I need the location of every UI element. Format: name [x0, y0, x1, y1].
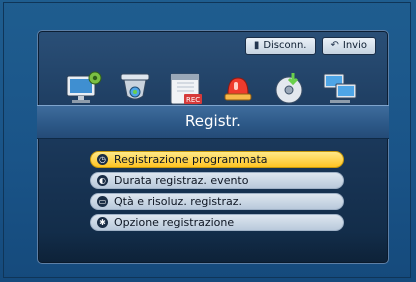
network-icon[interactable] [318, 66, 362, 110]
menu-item-label: Registrazione programmata [114, 153, 268, 166]
disc-backup-icon[interactable] [267, 66, 311, 110]
disconnect-label: Disconn. [263, 40, 307, 51]
timer-icon: ◐ [97, 175, 108, 186]
menu-item-label: Opzione registrazione [114, 216, 235, 229]
logout-icon: ▮ [253, 40, 260, 51]
send-button[interactable]: ↶ Invio [321, 37, 376, 55]
top-toolbar: ▮ Disconn. ↶ Invio [244, 37, 376, 55]
disconnect-button[interactable]: ▮ Disconn. [244, 37, 316, 55]
menu-item-scheduled-recording[interactable]: ◷ Registrazione programmata [90, 151, 344, 168]
clock-icon: ◷ [97, 154, 108, 165]
page-title: Registr. [185, 112, 241, 130]
menu-item-quality-resolution[interactable]: ▭ Qtà e risoluz. registraz. [90, 193, 344, 210]
panel-footer [38, 233, 388, 263]
dome-camera-icon[interactable] [113, 66, 157, 110]
menu-item-event-duration[interactable]: ◐ Durata registraz. evento [90, 172, 344, 189]
recording-calendar-icon[interactable]: REC [164, 66, 208, 110]
return-arrow-icon: ↶ [330, 40, 339, 51]
menu-item-record-option[interactable]: ✱ Opzione registrazione [90, 214, 344, 231]
resolution-icon: ▭ [97, 196, 108, 207]
menu-item-label: Durata registraz. evento [114, 174, 249, 187]
record-menu: ◷ Registrazione programmata ◐ Durata reg… [90, 151, 344, 235]
monitor-settings-icon[interactable] [62, 66, 106, 110]
svg-text:REC: REC [186, 96, 200, 104]
alarm-siren-icon[interactable] [216, 66, 260, 110]
send-label: Invio [342, 40, 367, 51]
section-header: Registr. [37, 105, 389, 139]
main-panel: ▮ Disconn. ↶ Invio REC Registr. ◷ Regist… [37, 30, 389, 264]
gear-icon: ✱ [97, 217, 108, 228]
menu-item-label: Qtà e risoluz. registraz. [114, 195, 242, 208]
